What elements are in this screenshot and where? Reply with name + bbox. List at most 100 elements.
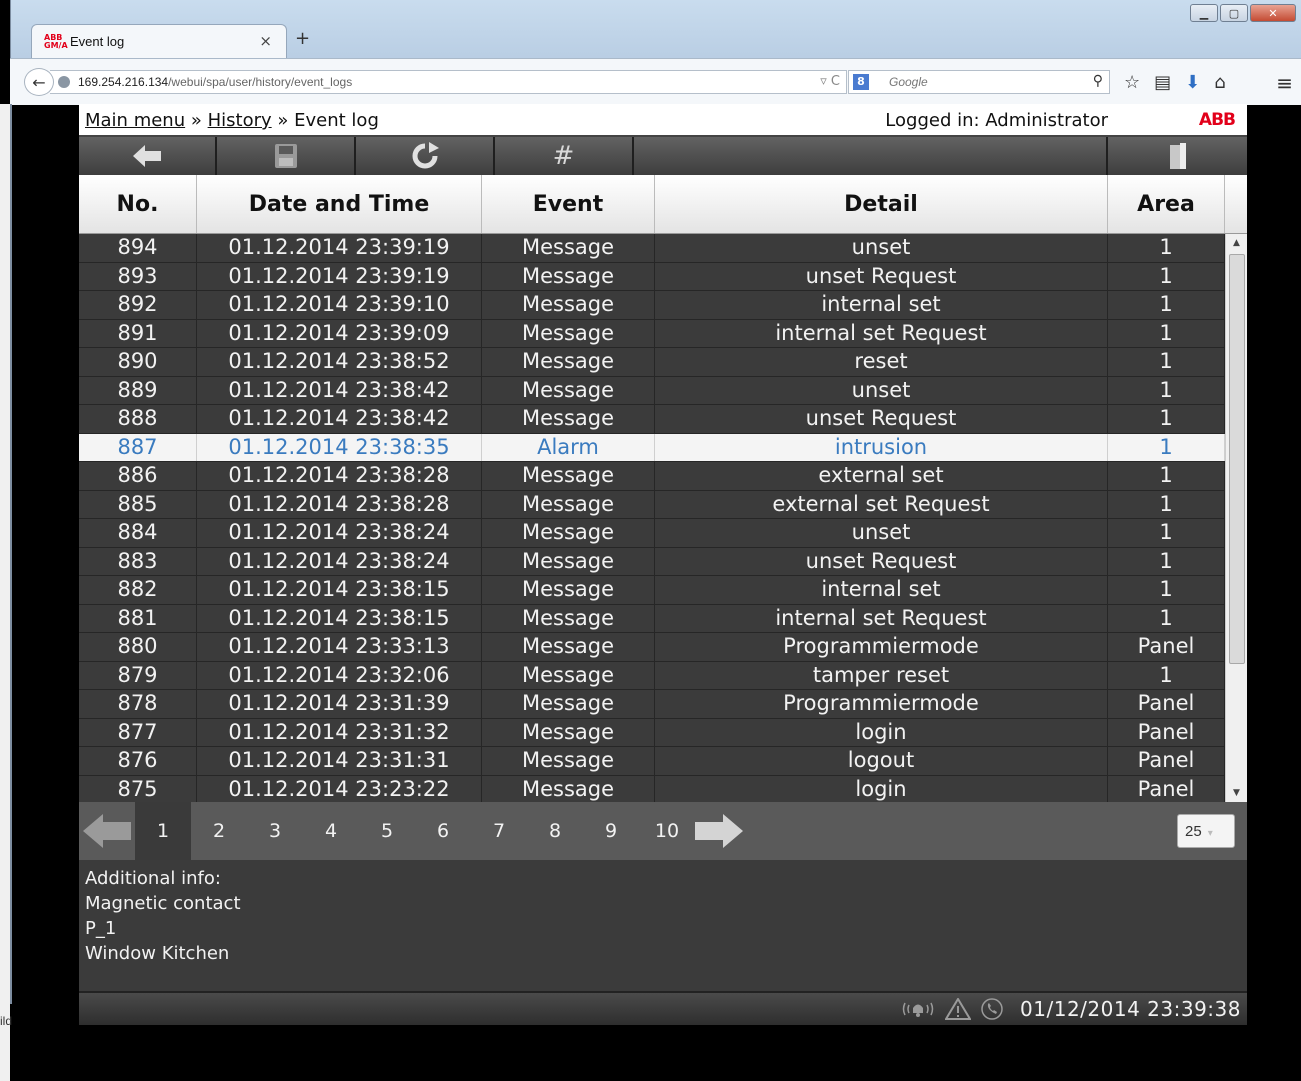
cell-detail: internal set Request bbox=[655, 319, 1108, 347]
page-size-select[interactable]: 25 ▾ bbox=[1177, 814, 1235, 848]
table-row[interactable]: 893 01.12.2014 23:39:19 Message unset Reque… bbox=[79, 262, 1225, 291]
new-tab-button[interactable]: + bbox=[295, 28, 310, 49]
table-row[interactable]: 882 01.12.2014 23:38:15 Message internal se… bbox=[79, 576, 1225, 605]
cell-date-time: 01.12.2014 23:39:19 bbox=[197, 262, 482, 290]
table-row[interactable]: 877 01.12.2014 23:31:32 Message login Panel bbox=[79, 718, 1225, 747]
table-row[interactable]: 884 01.12.2014 23:38:24 Message unset 1 bbox=[79, 519, 1225, 548]
table-row[interactable]: 892 01.12.2014 23:39:10 Message internal se… bbox=[79, 291, 1225, 320]
search-go-icon[interactable]: ⚲ bbox=[1093, 73, 1103, 89]
page-link[interactable]: 6 bbox=[415, 802, 471, 860]
table-scrollbar[interactable]: ▲ ▼ bbox=[1225, 234, 1247, 802]
page-link[interactable]: 10 bbox=[639, 802, 695, 860]
table-row[interactable]: 876 01.12.2014 23:31:31 Message logout Panel bbox=[79, 747, 1225, 776]
cell-date-time: 01.12.2014 23:31:31 bbox=[197, 747, 482, 775]
search-engine-icon[interactable]: 8 bbox=[853, 74, 869, 90]
home-icon[interactable]: ⌂ bbox=[1214, 72, 1225, 93]
table-row[interactable]: 886 01.12.2014 23:38:28 Message external se… bbox=[79, 462, 1225, 491]
cell-area: 1 bbox=[1108, 576, 1225, 604]
cell-date-time: 01.12.2014 23:38:52 bbox=[197, 348, 482, 376]
table-row[interactable]: 878 01.12.2014 23:31:39 Message Programmier… bbox=[79, 690, 1225, 719]
table-row[interactable]: 890 01.12.2014 23:38:52 Message reset 1 bbox=[79, 348, 1225, 377]
table-row[interactable]: 883 01.12.2014 23:38:24 Message unset Reque… bbox=[79, 547, 1225, 576]
cell-area: Panel bbox=[1108, 690, 1225, 718]
table-row[interactable]: 889 01.12.2014 23:38:42 Message unset 1 bbox=[79, 376, 1225, 405]
page-link[interactable]: 5 bbox=[359, 802, 415, 860]
back-button[interactable] bbox=[79, 137, 217, 175]
refresh-button[interactable] bbox=[356, 137, 495, 175]
page-link[interactable]: 7 bbox=[471, 802, 527, 860]
cell-event: Message bbox=[482, 376, 655, 404]
url-host: 169.254.216.134 bbox=[78, 75, 169, 89]
cell-area: 1 bbox=[1108, 291, 1225, 319]
cell-area: Panel bbox=[1108, 775, 1225, 803]
table-row[interactable]: 888 01.12.2014 23:38:42 Message unset Reque… bbox=[79, 405, 1225, 434]
exit-button[interactable] bbox=[1108, 137, 1247, 175]
reading-list-icon[interactable]: ▤ bbox=[1154, 72, 1171, 93]
phone-icon bbox=[981, 998, 1003, 1020]
breadcrumb-current: Event log bbox=[294, 110, 379, 131]
table-row[interactable]: 885 01.12.2014 23:38:28 Message external se… bbox=[79, 490, 1225, 519]
breadcrumb-separator: » bbox=[277, 110, 289, 131]
back-button[interactable]: ← bbox=[24, 68, 54, 96]
table-row-selected[interactable]: 887 01.12.2014 23:38:35 Alarm intrusion 1 bbox=[79, 433, 1225, 462]
table-row[interactable]: 891 01.12.2014 23:39:09 Message internal se… bbox=[79, 319, 1225, 348]
reload-icon[interactable]: ▿ C bbox=[820, 74, 840, 89]
login-status: Logged in: Administrator bbox=[885, 110, 1108, 131]
save-button[interactable] bbox=[217, 137, 356, 175]
cell-event: Message bbox=[482, 319, 655, 347]
table-body: 894 01.12.2014 23:39:19 Message unset 1 893 01… bbox=[79, 234, 1225, 804]
maximize-button[interactable]: ▢ bbox=[1220, 4, 1248, 22]
address-bar[interactable]: 169.254.216.134/webui/spa/user/history/e… bbox=[50, 70, 847, 94]
page-link[interactable]: 9 bbox=[583, 802, 639, 860]
page-link[interactable]: 8 bbox=[527, 802, 583, 860]
save-icon bbox=[274, 144, 297, 168]
hamburger-menu-icon[interactable]: ≡ bbox=[1276, 71, 1293, 95]
cell-detail: login bbox=[655, 718, 1108, 746]
breadcrumb-history[interactable]: History bbox=[208, 110, 272, 131]
cell-no: 885 bbox=[79, 490, 197, 518]
table-row[interactable]: 894 01.12.2014 23:39:19 Message unset 1 bbox=[79, 234, 1225, 263]
close-window-button[interactable]: ✕ bbox=[1250, 4, 1296, 22]
column-header-date-time[interactable]: Date and Time bbox=[197, 175, 482, 233]
cell-event: Message bbox=[482, 262, 655, 290]
tab-close-icon[interactable]: × bbox=[259, 32, 272, 50]
bookmark-star-icon[interactable]: ☆ bbox=[1124, 72, 1140, 93]
minimize-button[interactable]: ▁ bbox=[1190, 4, 1218, 22]
chevron-down-icon: ▾ bbox=[1207, 828, 1213, 839]
previous-page-icon[interactable] bbox=[83, 814, 131, 848]
table-row[interactable]: 880 01.12.2014 23:33:13 Message Programmier… bbox=[79, 633, 1225, 662]
download-icon[interactable]: ⬇ bbox=[1185, 72, 1200, 93]
scroll-thumb[interactable] bbox=[1229, 254, 1245, 664]
scroll-down-icon[interactable]: ▼ bbox=[1226, 784, 1247, 802]
search-input[interactable]: Google bbox=[889, 75, 928, 89]
table-row[interactable]: 875 01.12.2014 23:23:22 Message login Panel bbox=[79, 775, 1225, 804]
cell-date-time: 01.12.2014 23:31:32 bbox=[197, 718, 482, 746]
page-current[interactable]: 1 bbox=[135, 802, 191, 860]
table-row[interactable]: 879 01.12.2014 23:32:06 Message tamper rese… bbox=[79, 661, 1225, 690]
column-header-detail[interactable]: Detail bbox=[655, 175, 1108, 233]
page-link[interactable]: 3 bbox=[247, 802, 303, 860]
cell-area: 1 bbox=[1108, 433, 1225, 461]
cell-no: 877 bbox=[79, 718, 197, 746]
next-page-icon[interactable] bbox=[695, 814, 743, 848]
column-header-event[interactable]: Event bbox=[482, 175, 655, 233]
browser-tab[interactable]: ABB GM/A Event log × bbox=[31, 24, 287, 58]
column-header-area[interactable]: Area bbox=[1108, 175, 1225, 233]
table-row[interactable]: 881 01.12.2014 23:38:15 Message internal se… bbox=[79, 604, 1225, 633]
window-controls: ▁ ▢ ✕ bbox=[1190, 4, 1296, 22]
cell-detail: unset bbox=[655, 519, 1108, 547]
background-text: ild bbox=[0, 1014, 13, 1028]
site-identity-icon[interactable] bbox=[58, 76, 70, 88]
scroll-up-icon[interactable]: ▲ bbox=[1226, 234, 1247, 252]
breadcrumb-main-menu[interactable]: Main menu bbox=[85, 110, 185, 131]
search-bar[interactable]: 8 Google ⚲ bbox=[848, 70, 1110, 94]
cell-no: 882 bbox=[79, 576, 197, 604]
cell-area: 1 bbox=[1108, 262, 1225, 290]
hash-button[interactable]: # bbox=[495, 137, 634, 175]
page-link[interactable]: 2 bbox=[191, 802, 247, 860]
column-header-no[interactable]: No. bbox=[79, 175, 197, 233]
cell-event: Message bbox=[482, 547, 655, 575]
cell-date-time: 01.12.2014 23:31:39 bbox=[197, 690, 482, 718]
page-link[interactable]: 4 bbox=[303, 802, 359, 860]
cell-area: 1 bbox=[1108, 319, 1225, 347]
